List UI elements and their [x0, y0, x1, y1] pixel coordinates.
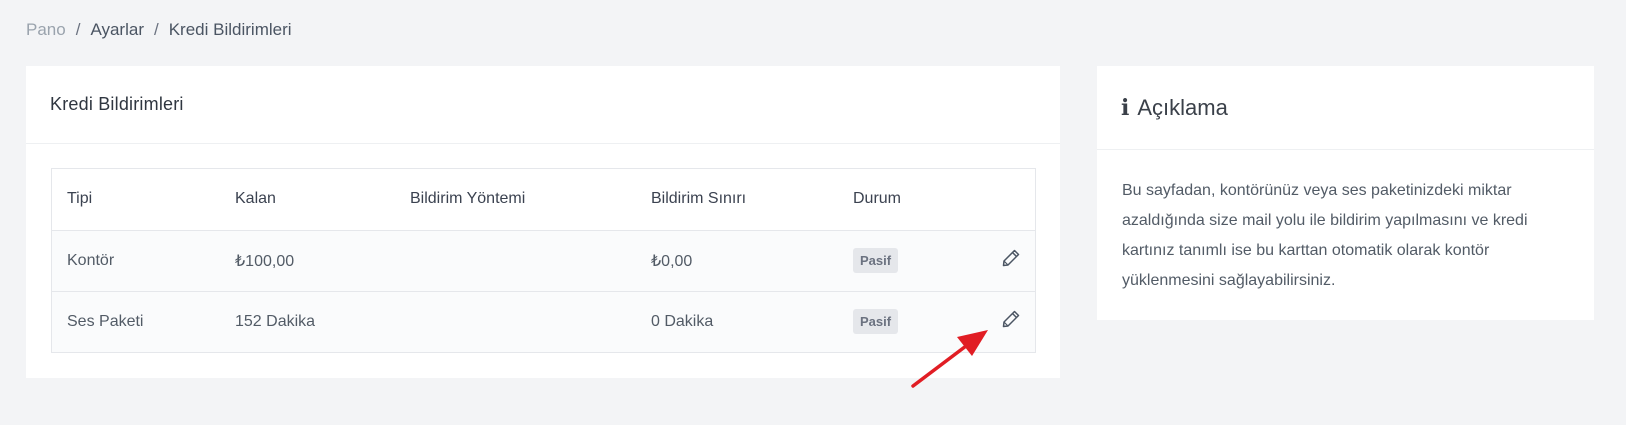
status-badge: Pasif [853, 248, 899, 273]
pencil-icon [1002, 311, 1020, 328]
breadcrumb-ayarlar[interactable]: Ayarlar [90, 20, 144, 40]
edit-ses-paketi-button[interactable] [1001, 309, 1021, 329]
notifications-table-wrapper: Tipi Kalan Bildirim Yöntemi Bildirim Sın… [51, 168, 1036, 353]
breadcrumb-separator: / [153, 20, 159, 39]
description-card: i Açıklama Bu sayfadan, kontörünüz veya … [1097, 66, 1594, 320]
table-header-row: Tipi Kalan Bildirim Yöntemi Bildirim Sın… [52, 169, 1035, 230]
header-bildirim-siniri: Bildirim Sınırı [651, 190, 747, 208]
pencil-icon [1002, 249, 1020, 267]
description-text: Bu sayfadan, kontörünüz veya ses paketin… [1122, 182, 1528, 289]
cell-tipi: Kontör [67, 251, 115, 269]
status-badge: Pasif [853, 309, 899, 335]
credit-notifications-card: Kredi Bildirimleri Tipi Kalan Bildirim Y… [26, 66, 1060, 378]
cell-yontem [395, 291, 636, 352]
cell-durum: Pasif [838, 291, 978, 352]
breadcrumb-pano[interactable]: Pano [26, 20, 66, 40]
breadcrumb-separator: / [75, 20, 81, 39]
cell-durum: Pasif [838, 230, 978, 291]
cell-sinir: ₺0,00 [651, 252, 693, 270]
breadcrumb: Pano / Ayarlar / Kredi Bildirimleri [26, 20, 292, 40]
cell-yontem [395, 230, 636, 291]
cell-actions [978, 291, 1035, 352]
cell-actions [978, 230, 1035, 291]
header-bildirim-yontemi: Bildirim Yöntemi [410, 190, 526, 208]
header-kalan: Kalan [235, 190, 276, 208]
cell-tipi: Ses Paketi [67, 312, 144, 330]
table-row: Ses Paketi 152 Dakika 0 Dakika Pasif [52, 291, 1035, 352]
breadcrumb-current: Kredi Bildirimleri [168, 20, 292, 39]
description-title-wrap: i Açıklama [1121, 95, 1228, 121]
header-durum: Durum [853, 190, 902, 208]
card-title: Kredi Bildirimleri [50, 94, 184, 114]
info-icon: i [1121, 94, 1130, 121]
cell-sinir: 0 Dakika [651, 312, 714, 330]
cell-kalan: ₺100,00 [235, 252, 295, 270]
card-header: Kredi Bildirimleri [26, 66, 1060, 144]
cell-kalan: 152 Dakika [235, 312, 316, 330]
header-actions [978, 169, 1035, 230]
table-row: Kontör ₺100,00 ₺0,00 Pasif [52, 230, 1035, 291]
description-title: Açıklama [1137, 94, 1228, 120]
description-header: i Açıklama [1097, 66, 1594, 150]
edit-kontor-button[interactable] [1001, 248, 1021, 268]
notifications-table: Tipi Kalan Bildirim Yöntemi Bildirim Sın… [52, 169, 1035, 352]
header-tipi: Tipi [67, 190, 93, 208]
